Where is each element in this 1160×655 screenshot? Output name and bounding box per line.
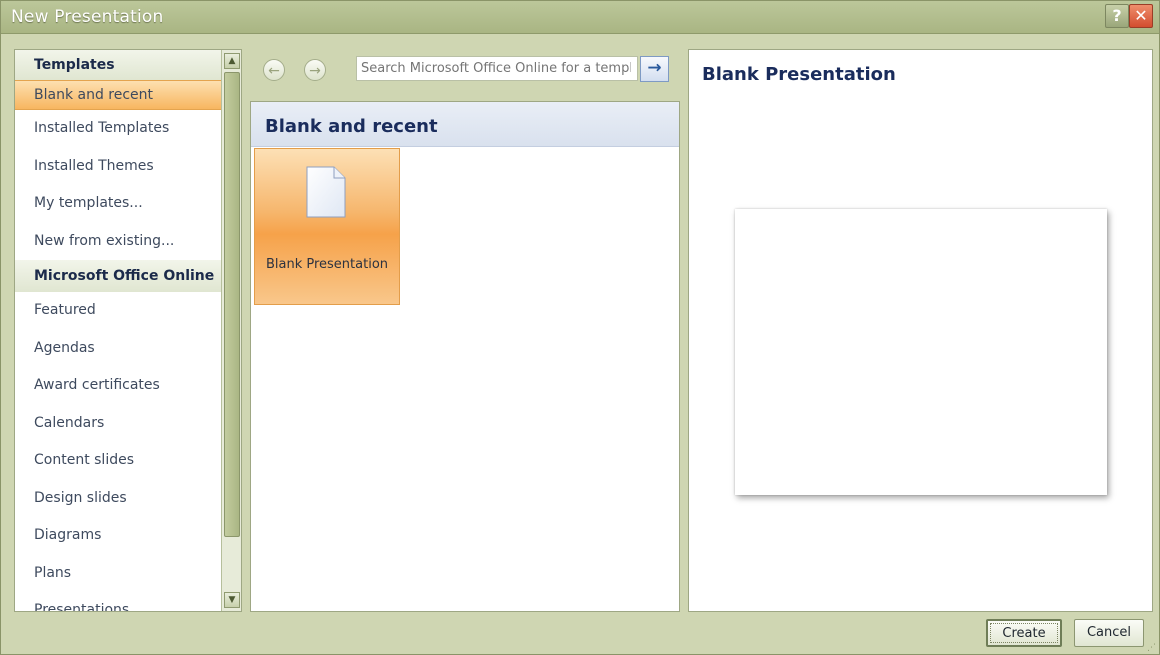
- slide-preview: [735, 209, 1107, 495]
- category-agendas[interactable]: Agendas: [15, 330, 221, 368]
- scroll-up-icon[interactable]: ▲: [224, 53, 240, 69]
- search-box: [356, 56, 638, 81]
- online-section-header: Microsoft Office Online: [15, 260, 221, 292]
- category-new-from-existing[interactable]: New from existing...: [15, 223, 221, 261]
- preview-pane: Blank Presentation: [688, 49, 1153, 612]
- dialog-title: New Presentation: [11, 7, 164, 27]
- category-design-slides[interactable]: Design slides: [15, 480, 221, 518]
- help-button[interactable]: ?: [1105, 4, 1129, 28]
- scroll-thumb[interactable]: [224, 72, 240, 537]
- title-bar: New Presentation ? ✕: [1, 1, 1159, 34]
- blank-document-icon: [306, 166, 346, 218]
- tile-label: Blank Presentation: [265, 257, 389, 272]
- category-presentations[interactable]: Presentations: [15, 592, 221, 611]
- scroll-down-icon[interactable]: ▼: [224, 592, 240, 608]
- close-button[interactable]: ✕: [1129, 4, 1153, 28]
- category-award-certificates[interactable]: Award certificates: [15, 367, 221, 405]
- forward-button[interactable]: →: [304, 59, 326, 81]
- search-go-button[interactable]: →: [640, 56, 669, 82]
- back-button[interactable]: ←: [263, 59, 285, 81]
- category-plans[interactable]: Plans: [15, 555, 221, 593]
- template-gallery-pane: Blank and recent Blank Presentation: [250, 101, 680, 612]
- template-categories-pane: Templates Blank and recent Installed Tem…: [14, 49, 242, 612]
- category-content-slides[interactable]: Content slides: [15, 442, 221, 480]
- blank-presentation-tile[interactable]: Blank Presentation: [254, 148, 400, 305]
- category-scrollbar[interactable]: ▲ ▼: [221, 50, 241, 611]
- category-blank-and-recent[interactable]: Blank and recent: [15, 80, 221, 110]
- create-button[interactable]: Create: [986, 619, 1062, 647]
- category-featured[interactable]: Featured: [15, 292, 221, 330]
- category-my-templates[interactable]: My templates...: [15, 185, 221, 223]
- category-installed-themes[interactable]: Installed Themes: [15, 148, 221, 186]
- new-presentation-dialog: New Presentation ? ✕ Templates Blank and…: [0, 0, 1160, 655]
- gallery-header: Blank and recent: [251, 102, 679, 147]
- search-input[interactable]: [357, 57, 635, 80]
- category-list: Templates Blank and recent Installed Tem…: [15, 50, 221, 611]
- resize-grip-icon[interactable]: ⋰: [1147, 643, 1157, 653]
- category-calendars[interactable]: Calendars: [15, 405, 221, 443]
- templates-section-header: Templates: [15, 50, 221, 80]
- category-installed-templates[interactable]: Installed Templates: [15, 110, 221, 148]
- preview-title: Blank Presentation: [702, 64, 896, 85]
- category-diagrams[interactable]: Diagrams: [15, 517, 221, 555]
- cancel-button[interactable]: Cancel: [1074, 619, 1144, 647]
